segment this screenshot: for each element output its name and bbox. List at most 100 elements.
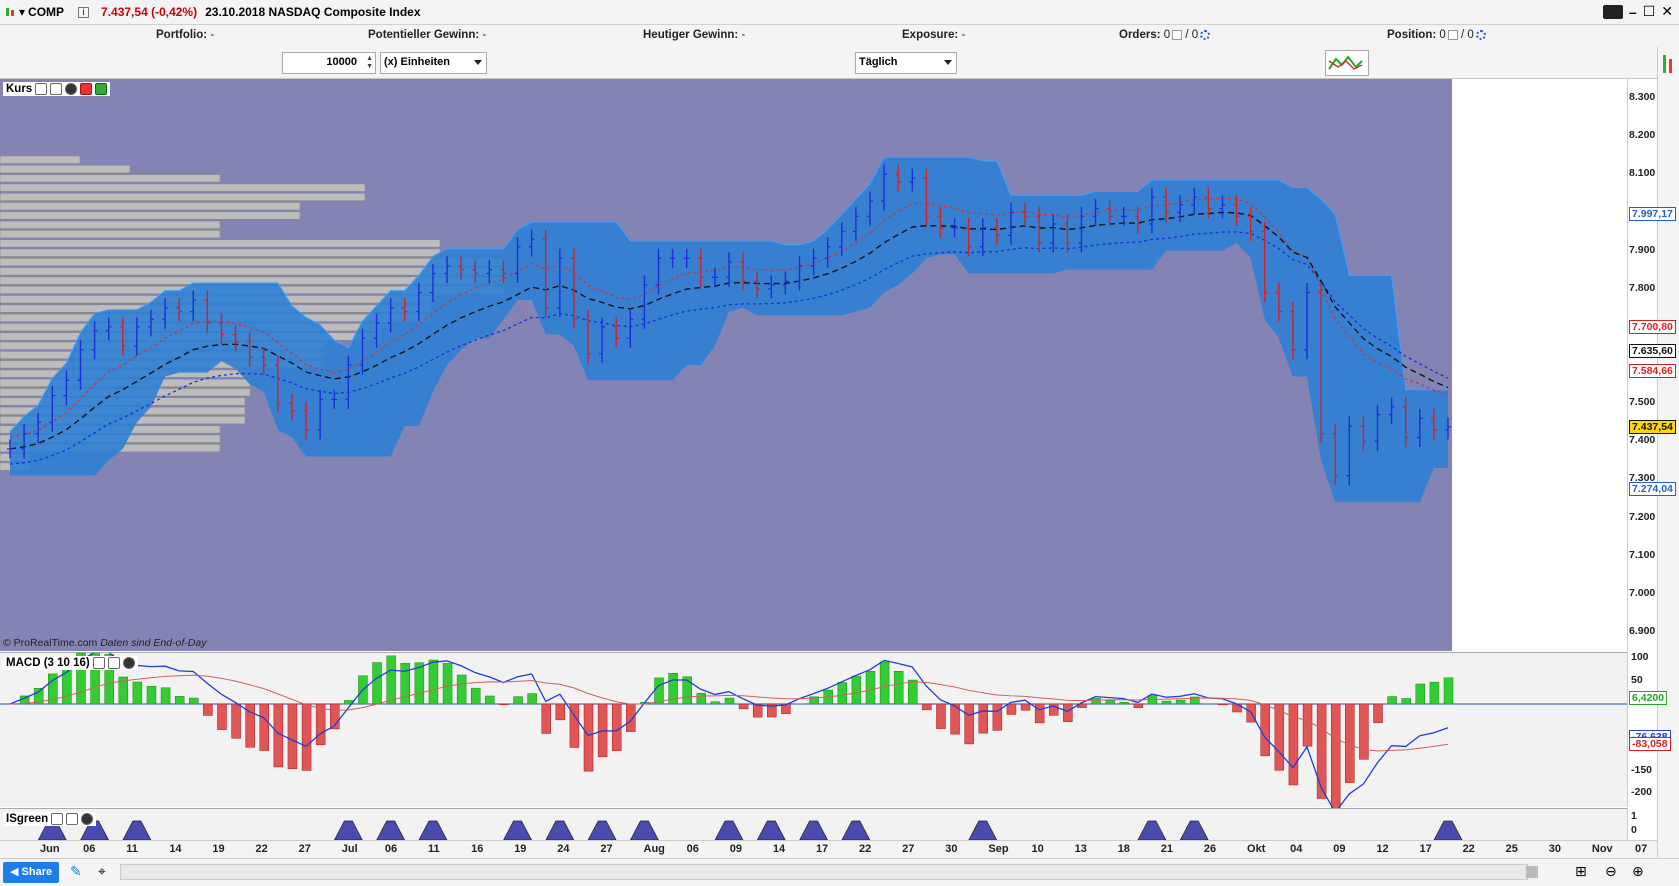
date-label: 14	[169, 843, 182, 855]
macd-histogram-bar	[301, 703, 312, 771]
volume-profile-bar	[0, 174, 221, 183]
wrench-icon[interactable]	[35, 83, 48, 95]
macd-histogram-bar	[231, 703, 241, 739]
macd-histogram-bar	[964, 703, 974, 745]
date-label: Jul	[341, 843, 358, 855]
macd-histogram-bar	[1175, 699, 1186, 705]
date-label: 18	[1117, 843, 1130, 855]
price-tick-label: 7.100	[1629, 548, 1656, 561]
isgreen-signal	[756, 820, 786, 841]
orders-gear-icon[interactable]	[1200, 29, 1211, 40]
close-panel-icon[interactable]	[81, 813, 94, 825]
share-button[interactable]: ◀ Share	[3, 862, 60, 883]
price-tick-label: 8.200	[1629, 129, 1656, 142]
macd-tag: 6,4200	[1629, 691, 1668, 706]
isgreen-signal	[418, 820, 448, 841]
macd-histogram-bar	[1105, 700, 1115, 705]
isgreen-signal	[333, 820, 363, 841]
close-icon[interactable]: ✕	[1661, 3, 1673, 20]
order-bar: 10000 ▲ ▼ (x) Einheiten Täglich	[0, 47, 1679, 79]
period-select[interactable]: Täglich	[855, 52, 957, 74]
date-axis[interactable]: Jun 06 11 14 19 22 27 Jul 06 11 16 19 24 27 Aug 06 09 14 1…	[0, 840, 1657, 858]
wrench-icon[interactable]	[92, 657, 105, 669]
volume-profile-bar	[0, 211, 301, 220]
macd-histogram-bar	[203, 703, 213, 716]
macd-histogram-bar	[315, 703, 326, 746]
window-icon[interactable]	[107, 657, 120, 669]
isgreen-signal	[502, 820, 533, 841]
macd-histogram-bar	[287, 703, 298, 770]
move-up-icon[interactable]	[95, 83, 108, 95]
date-label: 26	[1203, 843, 1217, 855]
macd-histogram-bar	[189, 697, 199, 705]
macd-histogram-bar	[555, 703, 566, 721]
horizontal-scrollbar[interactable]	[120, 864, 1538, 880]
crosshair-icon[interactable]: ⌖	[98, 863, 106, 880]
maximize-icon[interactable]: ☐	[1643, 3, 1656, 20]
date-label: 10	[1031, 843, 1044, 855]
zoom-fit-icon[interactable]: ⊞	[1575, 863, 1587, 880]
date-label: 09	[729, 843, 742, 855]
macd-tag: -83,058	[1629, 737, 1671, 752]
unit-select[interactable]: (x) Einheiten	[380, 52, 487, 74]
date-label: 17	[1419, 843, 1432, 855]
macd-histogram-bar	[1063, 703, 1073, 722]
macd-histogram-bar	[1034, 703, 1045, 724]
scroll-thumb[interactable]	[1526, 866, 1538, 878]
date-label: Sep	[988, 843, 1009, 855]
candle-tool-icon[interactable]	[1658, 51, 1678, 81]
macd-histogram-bar	[908, 679, 918, 705]
zoom-out-icon[interactable]: ⊖	[1605, 863, 1617, 880]
date-label: 22	[1462, 843, 1475, 855]
chart-style-icon	[1328, 55, 1363, 70]
macd-histogram-bar	[1429, 681, 1440, 705]
today-gain-field: Heutiger Gewinn: -	[643, 29, 746, 41]
isgreen-panel[interactable]: ISgreen	[0, 808, 1627, 841]
wrench-icon[interactable]	[51, 813, 64, 825]
macd-chart[interactable]	[0, 647, 1627, 823]
position-gear-icon[interactable]	[1475, 29, 1486, 40]
date-label: 06	[686, 843, 699, 855]
pen-icon[interactable]: ✎	[70, 863, 82, 880]
price-panel[interactable]: Kurs © ProRealTime.com Daten sind End-of…	[0, 79, 1627, 651]
symbol-selector[interactable]: ▾ COMP	[4, 5, 64, 19]
isgreen-tick-label: 1	[1631, 810, 1637, 822]
window-icon[interactable]	[50, 83, 63, 95]
isgreen-signal	[1137, 820, 1167, 841]
right-tool-strip	[1657, 47, 1679, 886]
macd-histogram-bar	[710, 701, 721, 705]
macd-histogram-bar	[1119, 702, 1129, 705]
position-box-icon[interactable]	[1447, 29, 1458, 40]
quantity-stepper[interactable]: 10000 ▲ ▼	[282, 52, 376, 74]
macd-panel[interactable]: MACD (3 10 16)	[0, 647, 1627, 823]
macd-histogram-bar	[174, 696, 185, 705]
date-label: 11	[126, 843, 138, 855]
volume-profile-bar	[0, 165, 131, 174]
price-tag: 7.635,60	[1629, 344, 1676, 359]
macd-histogram-bar	[513, 696, 523, 705]
price-tick-label: 6.900	[1629, 624, 1656, 637]
keyboard-icon[interactable]	[1602, 4, 1623, 19]
macd-histogram-bar	[626, 703, 636, 732]
date-label: 22	[859, 843, 872, 855]
macd-histogram-bar	[386, 655, 396, 705]
date-label: Nov	[1591, 843, 1613, 855]
macd-tick-label: 50	[1631, 673, 1643, 686]
share-icon: ◀	[10, 866, 22, 878]
close-panel-icon[interactable]	[65, 83, 78, 95]
chart-type-button[interactable]	[1325, 50, 1369, 76]
macd-histogram-bar	[1218, 703, 1228, 706]
window-icon[interactable]	[66, 813, 79, 825]
info-icon[interactable]: i	[78, 6, 90, 18]
minimize-icon[interactable]: –	[1629, 4, 1637, 20]
close-panel-icon[interactable]	[122, 657, 135, 669]
date-label: 30	[945, 843, 958, 855]
volume-profile-bar	[0, 248, 441, 257]
zoom-in-icon[interactable]: ⊕	[1632, 863, 1644, 880]
date-label: 27	[298, 843, 311, 855]
price-chart[interactable]	[0, 79, 1627, 651]
spin-arrows-icon[interactable]: ▲ ▼	[366, 55, 373, 71]
date-label: 24	[557, 843, 570, 855]
orders-box-icon[interactable]	[1172, 29, 1183, 40]
move-down-icon[interactable]	[80, 83, 93, 95]
